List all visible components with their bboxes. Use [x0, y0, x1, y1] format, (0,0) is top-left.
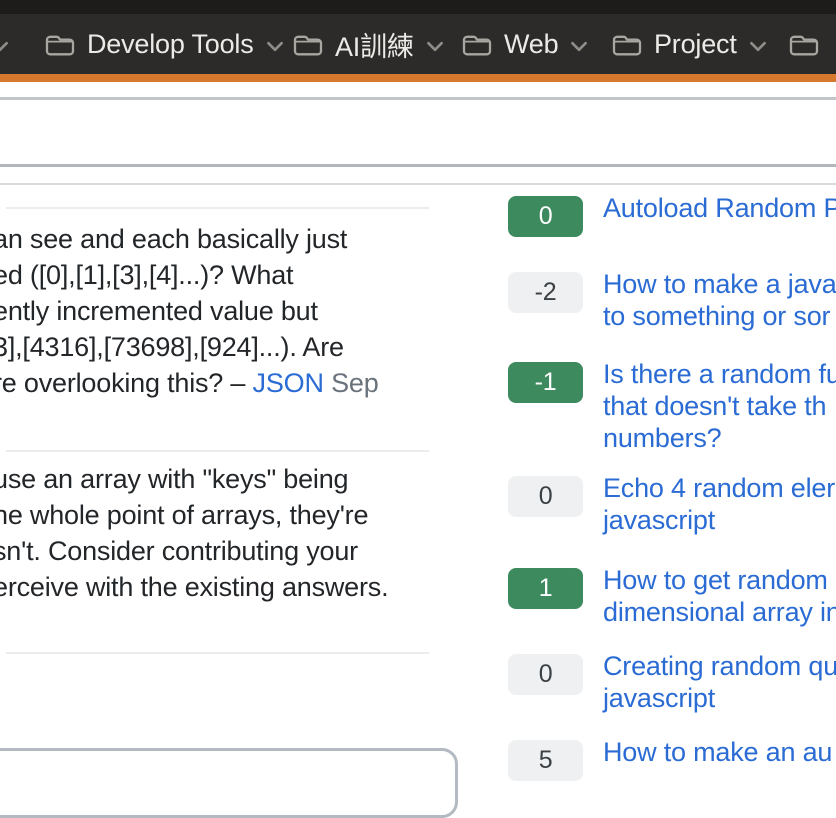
comment: an see and each basically just ed ([0],[…: [0, 221, 463, 401]
question-title-line: to something or sor: [603, 300, 836, 332]
question-link[interactable]: Autoload Random P: [603, 192, 836, 224]
bookmark-label: Web: [504, 29, 558, 60]
vote-badge: 0: [508, 654, 583, 695]
related-question[interactable]: -2 How to make a java to something or so…: [508, 268, 836, 332]
bookmark-label: Project: [654, 29, 737, 60]
folder-icon: [461, 32, 492, 57]
comment-text-line: an see and each basically just: [0, 221, 463, 257]
question-title-line: dimensional array in: [603, 596, 836, 628]
vote-badge: -2: [508, 272, 583, 313]
chevron-down-icon: [749, 37, 767, 52]
question-link[interactable]: Is there a random fu that doesn't take t…: [603, 358, 836, 454]
folder-icon: [292, 32, 323, 57]
comment-author-link[interactable]: JSON: [253, 368, 324, 398]
comment-text-line: ently incremented value but: [0, 293, 463, 329]
question-title-line: Echo 4 random eler: [603, 472, 835, 504]
page-divider: [0, 164, 836, 167]
question-link[interactable]: Echo 4 random eler javascript: [603, 472, 835, 536]
related-question[interactable]: 5 How to make an au: [508, 736, 832, 781]
page-divider: [0, 97, 836, 100]
folder-icon: [788, 32, 819, 57]
theme-accent-bar: [0, 74, 836, 82]
related-question[interactable]: -1 Is there a random fu that doesn't tak…: [508, 358, 836, 454]
comment-divider: [6, 652, 429, 654]
comment-text-line: use an array with "keys" being: [0, 461, 463, 497]
question-link[interactable]: How to make a java to something or sor: [603, 268, 836, 332]
question-link[interactable]: How to get random dimensional array in: [603, 564, 836, 628]
page-divider: [0, 183, 836, 185]
bookmark-item-project[interactable]: Project: [611, 14, 767, 74]
related-question[interactable]: 0 Creating random qu javascript: [508, 650, 836, 714]
question-title-line: How to make an au: [603, 736, 832, 768]
bookmark-item-clipped-right[interactable]: [788, 14, 819, 74]
chevron-down-icon: [266, 37, 284, 52]
bookmark-item-web[interactable]: Web: [461, 14, 588, 74]
comment-text-line: 3],[4316],[73698],[924]...). Are: [0, 329, 463, 365]
bookmarks-bar: Develop Tools AI訓練 Web Project: [0, 14, 836, 74]
question-link[interactable]: How to make an au: [603, 736, 832, 768]
bookmark-item-clipped-left[interactable]: [0, 14, 9, 74]
question-title-line: Autoload Random P: [603, 192, 836, 224]
vote-badge: 5: [508, 740, 583, 781]
related-question[interactable]: 0 Echo 4 random eler javascript: [508, 472, 835, 536]
comment-divider: [6, 450, 429, 452]
bookmark-item-develop-tools[interactable]: Develop Tools: [44, 14, 284, 74]
chevron-down-icon: [570, 37, 588, 52]
vote-badge: 0: [508, 196, 583, 237]
question-title-line: numbers?: [603, 422, 836, 454]
vote-badge: 1: [508, 568, 583, 609]
comment-text-line: erceive with the existing answers.: [0, 569, 463, 605]
window-top-strip: [0, 0, 836, 14]
bookmark-item-ai-training[interactable]: AI訓練: [292, 14, 444, 74]
vote-badge: 0: [508, 476, 583, 517]
chevron-down-icon: [0, 37, 9, 52]
question-title-line: How to get random: [603, 564, 836, 596]
question-title-line: Is there a random fu: [603, 358, 836, 390]
question-title-line: Creating random qu: [603, 650, 836, 682]
related-question[interactable]: 1 How to get random dimensional array in: [508, 564, 836, 628]
question-link[interactable]: Creating random qu javascript: [603, 650, 836, 714]
comment-input-box[interactable]: [0, 748, 458, 818]
bookmark-label: AI訓練: [335, 25, 414, 64]
comment-text-line: sn't. Consider contributing your: [0, 533, 463, 569]
folder-icon: [611, 32, 642, 57]
related-question[interactable]: 0 Autoload Random P: [508, 192, 836, 237]
comment: use an array with "keys" being he whole …: [0, 461, 463, 605]
comment-text-line: ed ([0],[1],[3],[4]...)? What: [0, 257, 463, 293]
folder-icon: [44, 32, 75, 57]
question-title-line: that doesn't take th: [603, 390, 836, 422]
comment-divider: [6, 207, 429, 209]
chevron-down-icon: [426, 37, 444, 52]
question-title-line: javascript: [603, 504, 835, 536]
question-title-line: javascript: [603, 682, 836, 714]
bookmark-label: Develop Tools: [87, 29, 254, 60]
vote-badge: -1: [508, 362, 583, 403]
comment-text-line: he whole point of arrays, they're: [0, 497, 463, 533]
comment-text-line: re overlooking this? – JSON Sep: [0, 365, 463, 401]
question-title-line: How to make a java: [603, 268, 836, 300]
comment-date: Sep: [331, 368, 378, 398]
comment-text-fragment: re overlooking this? –: [0, 368, 253, 398]
